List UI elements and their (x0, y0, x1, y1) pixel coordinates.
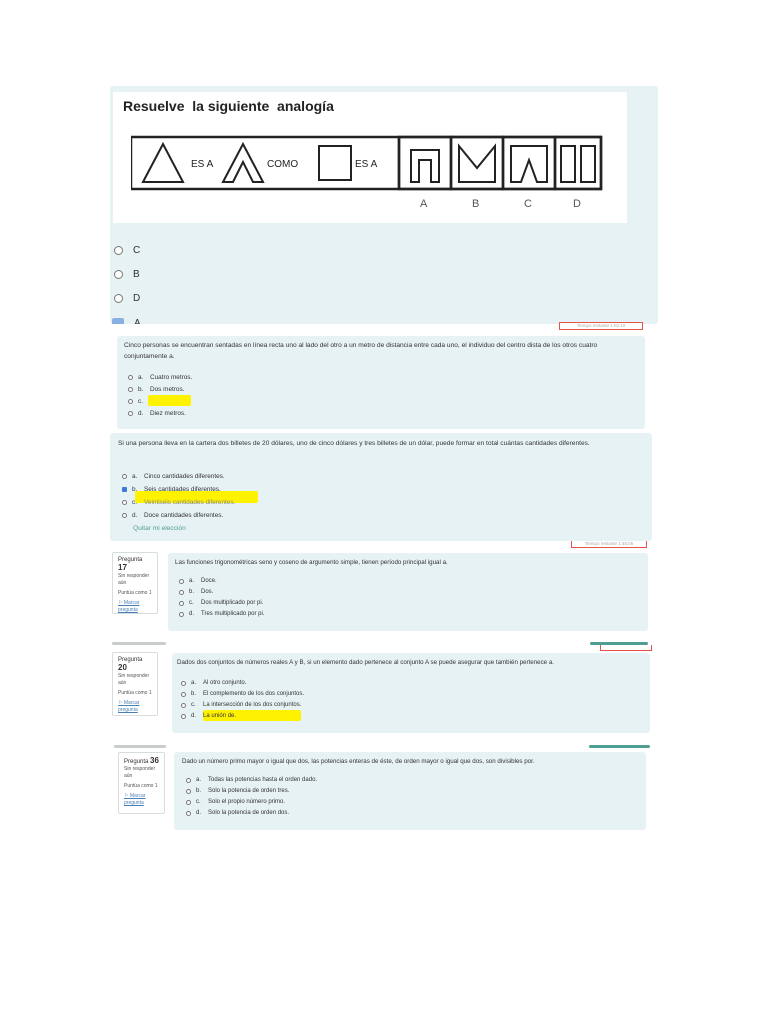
question-number: Pregunta 17 (118, 557, 143, 572)
choice-label-a: A (420, 198, 428, 210)
flag-question-link[interactable]: ⚐ Marcar pregunta (118, 600, 152, 614)
radio-button[interactable] (179, 578, 184, 584)
radio-button[interactable] (114, 270, 123, 279)
radio-button[interactable] (122, 474, 127, 479)
question-info-box: Pregunta 20 Sin responder aún Puntúa com… (112, 652, 158, 716)
timer-badge: Tiempo restante 1:46:05 (571, 541, 647, 548)
option-c[interactable]: c. (128, 398, 150, 405)
option-c[interactable]: c. Dos multiplicado por pi. (179, 600, 263, 606)
radio-button[interactable] (179, 600, 184, 606)
timer-edge (600, 645, 652, 651)
radio-button[interactable] (186, 777, 191, 783)
divider-bar (114, 745, 166, 748)
question-text: Cinco personas se encuentran sentadas en… (124, 342, 598, 360)
radio-button[interactable] (181, 702, 186, 708)
question-number: Pregunta 36 (124, 756, 159, 766)
clear-choice-link[interactable]: Quitar mi elección (133, 525, 186, 532)
option-c[interactable]: c. Veintiséis cantidades diferentes. (122, 499, 235, 506)
checked-radio-button[interactable] (122, 487, 127, 492)
question-text: Las funciones trigonométricas seno y cos… (175, 559, 448, 566)
question-score: Puntúa como 1 (118, 590, 152, 596)
radio-button[interactable] (114, 246, 123, 255)
radio-button[interactable] (186, 799, 191, 805)
question-number: Pregunta 20 (118, 657, 143, 672)
choice-label-d: D (573, 198, 581, 210)
divider-bar (112, 642, 166, 645)
question-status: Sin responder aún (118, 673, 150, 686)
option-d[interactable]: d. La unión de. (181, 713, 236, 719)
question-text: Si una persona lleva en la cartera dos b… (118, 440, 590, 447)
question-info-box: Pregunta 36 Sin responder aún Puntúa com… (118, 752, 165, 814)
timer-badge: Tiempo restante 1:02:10 (559, 322, 643, 330)
option-a[interactable]: a. Al otro conjunto. (181, 680, 246, 686)
radio-button[interactable] (128, 387, 133, 392)
analogy-option-b[interactable]: B (114, 269, 140, 280)
radio-button[interactable] (128, 411, 133, 416)
radio-button[interactable] (186, 810, 191, 816)
question-info-box: Pregunta 17 Sin responder aún Puntúa com… (112, 552, 158, 614)
option-a[interactable]: a. Doce. (179, 578, 217, 584)
option-b[interactable]: b. El complemento de los dos conjuntos. (181, 691, 304, 697)
radio-button[interactable] (122, 500, 127, 505)
question-status: Sin responder aún (124, 766, 156, 779)
es-a-label-1: ES A (191, 159, 214, 170)
option-b-selected[interactable]: b. Seis cantidades diferentes. (122, 486, 221, 493)
analogy-option-c[interactable]: C (114, 245, 140, 256)
flag-question-link[interactable]: ⚐ Marcar pregunta (124, 793, 159, 807)
option-a[interactable]: a. Cuatro metros. (128, 374, 192, 381)
option-b[interactable]: b. Dos. (179, 589, 213, 595)
radio-button[interactable] (186, 788, 191, 794)
option-d[interactable]: d. Tres multiplicado por pi. (179, 611, 264, 617)
option-d[interactable]: d. Doce cantidades diferentes. (122, 512, 223, 519)
radio-button[interactable] (179, 589, 184, 595)
radio-button[interactable] (128, 399, 133, 404)
question-score: Puntúa como 1 (124, 783, 158, 789)
nav-bar-accent (589, 745, 650, 748)
question-text: Dados dos conjuntos de números reales A … (177, 659, 554, 666)
choice-label-b: B (472, 198, 479, 210)
flag-icon: ⚐ (118, 600, 123, 606)
question-status: Sin responder aún (118, 573, 150, 586)
radio-button[interactable] (179, 611, 184, 617)
flag-icon: ⚐ (118, 700, 123, 706)
radio-button[interactable] (114, 294, 123, 303)
radio-button[interactable] (181, 691, 186, 697)
radio-button[interactable] (181, 713, 186, 719)
analogy-figure: ES A COMO ES A A B C D (131, 135, 603, 210)
question-score: Puntúa como 1 (118, 690, 152, 696)
es-a-label-2: ES A (355, 159, 378, 170)
analogy-title: Resuelve la siguiente analogía (123, 98, 334, 114)
radio-button[interactable] (112, 318, 124, 324)
option-c[interactable]: c. Solo el propio número primo. (186, 799, 285, 805)
option-a[interactable]: a. Cinco cantidades diferentes. (122, 473, 225, 480)
como-label: COMO (267, 159, 298, 170)
option-c[interactable]: c. La intersección de los dos conjuntos. (181, 702, 301, 708)
answer-highlight (148, 395, 191, 406)
radio-button[interactable] (181, 680, 186, 686)
flag-question-link[interactable]: ⚐ Marcar pregunta (118, 700, 152, 714)
analogy-image-card: Resuelve la siguiente analogía ES A COMO… (113, 92, 627, 223)
radio-button[interactable] (122, 513, 127, 518)
radio-button[interactable] (128, 375, 133, 380)
option-b[interactable]: b. Solo la potencia de orden tres. (186, 788, 289, 794)
option-a[interactable]: a. Todas las potencias hasta el orden dad… (186, 777, 317, 783)
option-b[interactable]: b. Dos metros. (128, 386, 184, 393)
option-d[interactable]: d. Solo la potencia de orden dos. (186, 810, 289, 816)
option-d[interactable]: d. Diez metros. (128, 410, 186, 417)
choice-label-c: C (524, 198, 532, 210)
question-text: Dado un número primo mayor o igual que d… (182, 758, 535, 765)
analogy-option-d[interactable]: D (114, 293, 140, 304)
flag-icon: ⚐ (124, 793, 129, 799)
